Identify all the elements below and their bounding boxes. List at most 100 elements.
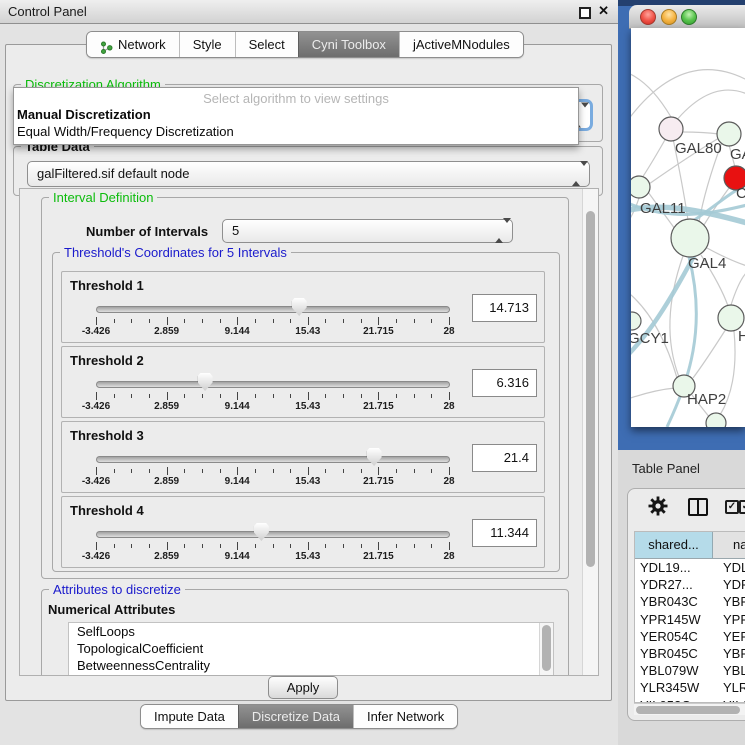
float-window-icon[interactable] xyxy=(579,7,591,19)
threshold-label: Threshold 1 xyxy=(70,278,144,293)
slider-tick-labels: -3.4262.8599.14415.4321.71528 xyxy=(96,401,449,413)
network-node-label: GCY1 xyxy=(631,330,669,347)
gear-icon[interactable] xyxy=(648,496,668,516)
list-item[interactable]: SelfLoops xyxy=(69,623,553,640)
zoom-traffic-light-icon[interactable] xyxy=(681,9,697,25)
table-row[interactable]: YBR045CYBR0 xyxy=(635,645,745,662)
network-node-label: GAL4 xyxy=(688,255,726,272)
table-row[interactable]: YDL19...YDL1 xyxy=(635,559,745,576)
threshold-panel-4: Threshold 4 -3.4262.8599.14415.4321.7152… xyxy=(61,496,545,568)
table-data-select[interactable]: galFiltered.sif default node xyxy=(27,161,590,187)
close-icon[interactable]: ✕ xyxy=(598,3,609,19)
slider-thumb[interactable] xyxy=(198,373,213,391)
slider-track[interactable] xyxy=(96,456,450,463)
minimize-traffic-light-icon[interactable] xyxy=(661,9,677,25)
table-row[interactable]: YDR27...YDR2 xyxy=(635,576,745,593)
apply-button[interactable]: Apply xyxy=(268,676,338,699)
stepper-icon xyxy=(572,162,581,186)
tab-impute-data[interactable]: Impute Data xyxy=(141,705,238,728)
list-item[interactable]: TopologicalCoefficient xyxy=(69,640,553,657)
network-window: GAL80GACGAL11GAL4GCY1HHAP2 xyxy=(618,0,745,450)
network-node[interactable] xyxy=(659,117,683,141)
network-node[interactable] xyxy=(706,413,726,427)
control-panel-window: Control Panel ✕ NetworkStyleSelectCyni T… xyxy=(0,0,618,745)
table-row[interactable]: YBL079WYBL0 xyxy=(635,662,745,679)
tab-style[interactable]: Style xyxy=(179,32,235,57)
attributes-group-title: Attributes to discretize xyxy=(49,582,185,597)
table-row[interactable]: YPR145WYPR1 xyxy=(635,611,745,628)
network-node-label: GAL11 xyxy=(640,200,686,217)
right-pane: GAL80GACGAL11GAL4GCY1HHAP2 Table Panel ✓… xyxy=(618,0,745,745)
table-hscrollbar-thumb[interactable] xyxy=(636,706,740,714)
network-node[interactable] xyxy=(631,312,641,330)
threshold-value-field[interactable]: 6.316 xyxy=(472,369,537,397)
threshold-label: Threshold 4 xyxy=(70,503,144,518)
slider-tick-labels: -3.4262.8599.14415.4321.71528 xyxy=(96,476,449,488)
slider-track[interactable] xyxy=(96,306,450,313)
table-row[interactable]: YER054CYER0 xyxy=(635,628,745,645)
tab-discretize-data[interactable]: Discretize Data xyxy=(238,705,353,728)
window-title: Control Panel xyxy=(8,4,87,19)
tab-select[interactable]: Select xyxy=(235,32,298,57)
stepper-icon xyxy=(495,220,504,242)
network-node[interactable] xyxy=(717,122,741,146)
network-node-label: C xyxy=(736,185,745,202)
menu-item-manual-discretization[interactable]: Manual Discretization xyxy=(17,107,151,122)
thresholds-group-title: Threshold's Coordinates for 5 Intervals xyxy=(60,245,291,260)
close-traffic-light-icon[interactable] xyxy=(640,9,656,25)
network-canvas[interactable]: GAL80GACGAL11GAL4GCY1HHAP2 xyxy=(631,28,745,427)
slider-thumb[interactable] xyxy=(367,448,382,466)
numerical-attributes-label: Numerical Attributes xyxy=(48,602,175,617)
settings-scroll-pane: Interval Definition Number of Intervals … xyxy=(19,188,599,676)
thresholds-group: Threshold's Coordinates for 5 Intervals … xyxy=(52,252,560,572)
slider-thumb[interactable] xyxy=(292,298,307,316)
column-header-name[interactable]: na xyxy=(713,532,745,558)
table-header-row: shared... na xyxy=(635,532,745,559)
settings-scrollbar-thumb[interactable] xyxy=(586,211,595,567)
algorithm-placeholder: Select algorithm to view settings xyxy=(14,91,578,106)
table-horizontal-scrollbar[interactable] xyxy=(634,703,745,715)
list-scrollbar-thumb[interactable] xyxy=(542,625,551,671)
node-table: shared... na YDL19...YDL1YDR27...YDR2YBR… xyxy=(634,531,745,703)
tab-infer-network[interactable]: Infer Network xyxy=(353,705,457,728)
slider-track[interactable] xyxy=(96,531,450,538)
threshold-panel-1: Threshold 1 -3.4262.8599.14415.4321.7152… xyxy=(61,271,545,343)
network-icon xyxy=(100,38,113,51)
slider-thumb[interactable] xyxy=(254,523,269,541)
network-node[interactable] xyxy=(631,176,650,198)
tab-jactivemnodules[interactable]: jActiveMNodules xyxy=(399,32,523,57)
split-view-icon[interactable] xyxy=(688,498,708,516)
interval-definition-title: Interval Definition xyxy=(49,190,157,205)
settings-scrollbar[interactable] xyxy=(582,189,598,675)
num-intervals-label: Number of Intervals xyxy=(86,224,208,239)
column-header-shared-name[interactable]: shared... xyxy=(635,532,713,558)
menu-item-equal-width-frequency[interactable]: Equal Width/Frequency Discretization xyxy=(17,124,234,139)
table-row[interactable]: YLR345WYLR3 xyxy=(635,679,745,696)
tab-cyni-toolbox[interactable]: Cyni Toolbox xyxy=(298,32,399,57)
network-graph: GAL80GACGAL11GAL4GCY1HHAP2 xyxy=(631,28,745,427)
table-panel-title: Table Panel xyxy=(632,461,700,476)
num-intervals-value: 5 xyxy=(232,223,239,238)
table-data-value: galFiltered.sif default node xyxy=(37,166,189,181)
network-node[interactable] xyxy=(671,219,709,257)
tab-network[interactable]: Network xyxy=(87,32,179,57)
threshold-panel-3: Threshold 3 -3.4262.8599.14415.4321.7152… xyxy=(61,421,545,493)
threshold-value-field[interactable]: 14.713 xyxy=(472,294,537,322)
list-scrollbar[interactable] xyxy=(539,623,553,676)
threshold-panel-2: Threshold 2 -3.4262.8599.14415.4321.7152… xyxy=(61,346,545,418)
threshold-value-field[interactable]: 21.4 xyxy=(472,444,537,472)
network-node-label: GA xyxy=(730,146,745,163)
list-item[interactable]: BetweennessCentrality xyxy=(69,657,553,674)
attributes-group: Attributes to discretize Numerical Attri… xyxy=(41,589,569,676)
num-intervals-select[interactable]: 5 xyxy=(222,219,513,243)
table-panel-card: ✓ ✓ shared... na YDL19...YDL1YDR27...YDR… xyxy=(627,488,745,721)
network-node-label: GAL80 xyxy=(675,140,722,157)
threshold-value-field[interactable]: 11.344 xyxy=(472,519,537,547)
checkbox-icon[interactable]: ✓ xyxy=(725,500,739,514)
slider-track[interactable] xyxy=(96,381,450,388)
checkbox-icon[interactable]: ✓ xyxy=(739,500,745,514)
slider-tick-labels: -3.4262.8599.14415.4321.71528 xyxy=(96,326,449,338)
algorithm-dropdown-popup: Select algorithm to view settings Manual… xyxy=(13,87,579,145)
numerical-attributes-list: SelfLoopsTopologicalCoefficientBetweenne… xyxy=(68,622,554,676)
table-row[interactable]: YBR043CYBR0 xyxy=(635,593,745,610)
